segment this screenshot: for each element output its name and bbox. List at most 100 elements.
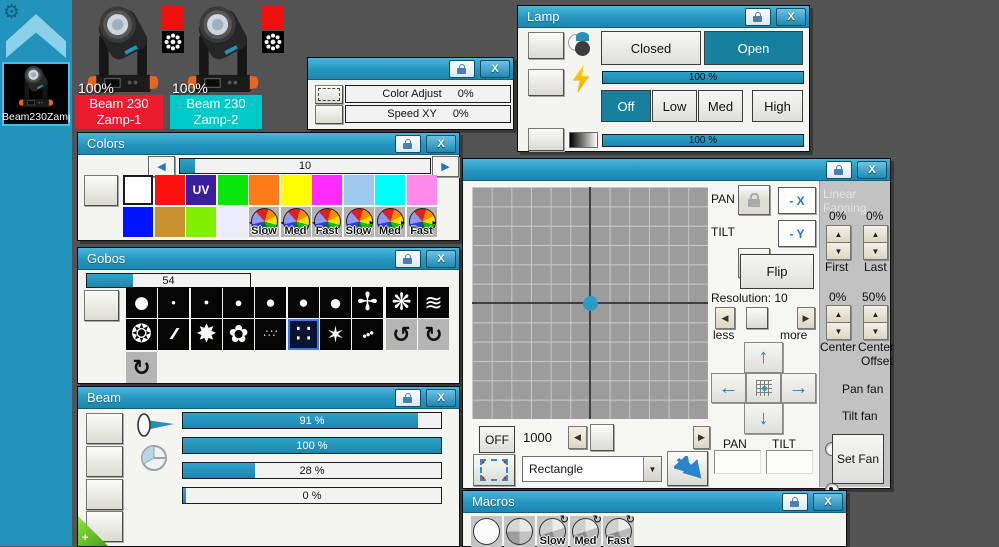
lock-icon[interactable] xyxy=(826,160,852,179)
tilt-value-field[interactable] xyxy=(766,450,813,474)
lamp-panel-titlebar[interactable]: Lamp X xyxy=(518,6,809,28)
strobe-off-button[interactable]: Off xyxy=(601,90,651,122)
scroll-left-icon[interactable]: ◀ xyxy=(148,156,175,177)
swatch-blue[interactable] xyxy=(123,207,153,237)
scroll-right-icon[interactable]: ▶ xyxy=(432,156,459,177)
lock-icon[interactable] xyxy=(782,492,808,511)
gobo-dot-2[interactable]: ● xyxy=(223,287,254,318)
lock-icon[interactable] xyxy=(449,59,475,78)
gobo-circle-1[interactable]: ● xyxy=(288,287,319,318)
nudge-down-icon[interactable]: ↓ xyxy=(744,403,783,434)
lamp-preset-3-button[interactable] xyxy=(528,128,564,151)
gobos-preset-button[interactable] xyxy=(84,290,119,321)
gobo-stripes[interactable]: ∕∕∕ xyxy=(158,319,189,350)
swatch-cyan[interactable] xyxy=(375,175,405,205)
movement-off-button[interactable]: OFF xyxy=(479,426,515,453)
adjust-preset-1-button[interactable] xyxy=(315,85,343,104)
gobo-dot-ring[interactable]: ❂ xyxy=(126,319,157,350)
color-wheel-med-rev-button[interactable]: Med xyxy=(375,207,405,237)
close-icon[interactable]: X xyxy=(480,59,510,78)
swatch-red[interactable] xyxy=(154,175,185,205)
swatch-pink[interactable] xyxy=(406,175,437,205)
swatch-orange[interactable] xyxy=(249,175,279,205)
gobo-four-dots-selected[interactable]: ∷ xyxy=(288,319,319,350)
beam-preset-1-button[interactable] xyxy=(86,413,123,444)
color-wheel-fast-button[interactable]: Fast xyxy=(312,207,342,237)
macro-open-button[interactable] xyxy=(471,516,502,547)
lamp-preset-1-button[interactable] xyxy=(528,32,564,59)
color-wheel-slow-button[interactable]: Slow xyxy=(249,207,279,237)
macro-fast-button[interactable]: ↻ Fast xyxy=(603,514,635,547)
colors-preset-button[interactable] xyxy=(84,175,118,206)
swatch-magenta[interactable] xyxy=(312,175,342,205)
macro-shade-button[interactable] xyxy=(504,516,535,547)
lock-icon[interactable] xyxy=(745,7,771,26)
swatch-lightblue[interactable] xyxy=(343,175,374,205)
swatch-tan[interactable] xyxy=(154,207,185,237)
gobo-beans[interactable]: ●●● xyxy=(352,319,383,350)
gobo-scatter[interactable]: ∴∵ xyxy=(255,319,286,350)
pan-tilt-grid[interactable] xyxy=(472,187,708,419)
invert-y-button[interactable]: - Y xyxy=(778,220,816,247)
shutter-closed-button[interactable]: Closed xyxy=(601,31,701,65)
lamp-preset-2-button[interactable] xyxy=(528,69,564,96)
close-icon[interactable]: X xyxy=(426,388,456,407)
close-icon[interactable]: X xyxy=(776,7,806,26)
close-icon[interactable]: X xyxy=(426,249,456,268)
gobo-star[interactable]: ✶ xyxy=(320,319,351,350)
shutter-open-button[interactable]: Open xyxy=(704,31,803,65)
center-position-button[interactable] xyxy=(746,373,781,403)
gobo-rotate-icon[interactable]: ↻ xyxy=(126,352,157,383)
resolution-thumb[interactable] xyxy=(746,307,768,329)
beam-preset-3-button[interactable] xyxy=(86,479,123,510)
nudge-right-icon[interactable]: → xyxy=(781,373,816,403)
nudge-up-icon[interactable]: ↑ xyxy=(744,342,783,373)
macro-slow-button[interactable]: ↻ Slow xyxy=(537,514,569,547)
strobe-med-button[interactable]: Med xyxy=(698,90,743,122)
gobo-scroll-slider[interactable]: 54 xyxy=(86,273,251,288)
dimmer-slider[interactable]: 100 % xyxy=(602,71,804,84)
macros-panel-titlebar[interactable]: Macros X xyxy=(463,491,846,513)
swatch-green[interactable] xyxy=(217,175,248,205)
gobo-dot-1[interactable]: ● xyxy=(191,287,222,318)
first-down-icon[interactable]: ▼ xyxy=(826,242,851,260)
gobos-panel-titlebar[interactable]: Gobos X xyxy=(78,248,459,270)
swatch-lavender[interactable] xyxy=(217,207,248,237)
invert-x-button[interactable]: - X xyxy=(778,187,816,214)
last-down-icon[interactable]: ▼ xyxy=(863,242,888,260)
center-up-icon[interactable]: ▲ xyxy=(826,305,851,323)
lock-icon[interactable] xyxy=(395,388,421,407)
nudge-left-icon[interactable]: ← xyxy=(711,373,746,403)
gobo-fan[interactable]: ≋ xyxy=(418,287,449,318)
color-wheel-fast-rev-button[interactable]: Fast xyxy=(406,207,437,237)
swatch-uv[interactable]: UV xyxy=(186,175,216,205)
fixture-2-label[interactable]: Beam 230 Zamp-2 xyxy=(170,95,262,129)
gobo-dot-3[interactable]: ● xyxy=(255,287,286,318)
close-icon[interactable]: X xyxy=(813,492,843,511)
speed-more-icon[interactable]: ▶ xyxy=(693,426,710,449)
run-movement-button[interactable] xyxy=(667,451,708,486)
color-adjust-slider[interactable]: Color Adjust 0% xyxy=(345,85,511,103)
adjust-preset-2-button[interactable] xyxy=(315,105,343,124)
first-up-icon[interactable]: ▲ xyxy=(826,225,851,243)
close-icon[interactable]: X xyxy=(857,160,887,179)
speed-xy-slider[interactable]: Speed XY 0% xyxy=(345,105,511,123)
fixture-1-label[interactable]: Beam 230 Zamp-1 xyxy=(75,95,163,129)
offset-down-icon[interactable]: ▼ xyxy=(863,322,888,340)
swatch-yellow[interactable] xyxy=(280,175,311,205)
gobo-open[interactable]: ● xyxy=(126,287,157,318)
gobo-dot-tiny[interactable]: ● xyxy=(158,287,189,318)
lock-icon[interactable] xyxy=(395,249,421,268)
pan-tilt-panel-titlebar[interactable]: X xyxy=(463,159,890,181)
gobo-rotate-ccw-icon[interactable]: ↺ xyxy=(386,319,417,350)
gobo-circle-2[interactable]: ● xyxy=(320,287,351,318)
center-down-icon[interactable]: ▼ xyxy=(826,322,851,340)
flip-button[interactable]: Flip xyxy=(740,254,814,289)
color-scroll-slider[interactable]: 10 xyxy=(179,158,431,174)
dropdown-arrow-icon[interactable]: ▼ xyxy=(643,457,661,481)
swatch-chartreuse[interactable] xyxy=(186,207,216,237)
settings-gear-icon[interactable]: ⚙ xyxy=(3,1,20,24)
strobe-high-button[interactable]: High xyxy=(752,90,803,122)
color-wheel-med-button[interactable]: Med xyxy=(280,207,311,237)
speed-thumb[interactable] xyxy=(590,424,614,451)
